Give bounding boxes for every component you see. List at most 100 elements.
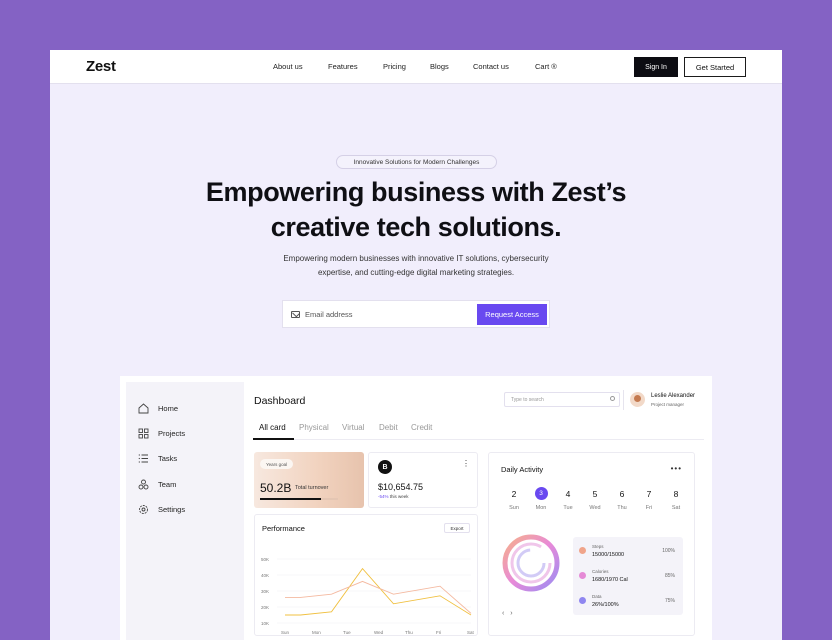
day-name: Sun — [509, 505, 519, 511]
stat-data: Data 26%/100% 75% — [573, 589, 683, 613]
hero-subtitle-line-2: expertise, and cutting-edge digital mark… — [317, 268, 515, 277]
stat-percent: 85% — [664, 573, 675, 579]
activity-stats: Steps 15000/15000 100% Calories 1680/1970 Ca… — [573, 537, 683, 615]
active-tab-indicator — [253, 438, 294, 440]
avatar[interactable] — [630, 392, 645, 407]
stat-value: 1680/1970 Cal — [592, 577, 628, 583]
y-tick-label: 10K — [261, 621, 269, 626]
stat-calories: Calories 1680/1970 Cal 85% — [573, 564, 683, 588]
nav-link-features[interactable]: Features — [328, 62, 358, 71]
day-number: 8 — [673, 488, 679, 499]
sidebar-item-label: Home — [158, 404, 179, 413]
tab-physical[interactable]: Physical — [299, 423, 329, 432]
sign-in-button[interactable]: Sign In — [634, 57, 678, 77]
nav-link-cart[interactable]: Cart ® — [535, 62, 557, 71]
team-icon — [138, 479, 149, 490]
sidebar-item-settings[interactable]: Settings — [138, 504, 185, 515]
top-nav: Zest About us Features Pricing Blogs Con… — [50, 50, 782, 84]
x-tick-label: Wed — [374, 630, 384, 635]
dashboard-title: Dashboard — [254, 395, 306, 407]
sidebar-item-team[interactable]: Team — [138, 479, 176, 490]
day-name: Tue — [563, 505, 573, 511]
more-horizontal-icon[interactable]: ••• — [671, 464, 682, 473]
export-button[interactable]: Export — [444, 523, 470, 533]
logo[interactable]: Zest — [86, 58, 116, 75]
day-name: Wed — [589, 505, 601, 511]
day-sat[interactable]: 8 Sat — [668, 487, 684, 512]
nav-link-about[interactable]: About us — [273, 62, 303, 71]
carousel-arrows: ‹ › — [502, 610, 513, 617]
coin-icon: B — [378, 460, 392, 474]
tab-all-card[interactable]: All card — [259, 423, 286, 432]
balance-change-pct: -54% — [378, 494, 389, 499]
day-fri[interactable]: 7 Fri — [641, 487, 657, 512]
hero-subtitle-line-1: Empowering modern businesses with innova… — [283, 254, 549, 263]
goal-progress-bar — [260, 498, 338, 500]
sidebar-item-home[interactable]: Home — [138, 403, 178, 414]
sidebar-item-label: Team — [158, 480, 177, 489]
activity-rings-icon — [502, 534, 560, 592]
day-name: Sat — [671, 505, 681, 511]
sidebar-item-tasks[interactable]: Tasks — [138, 453, 177, 464]
nav-link-pricing[interactable]: Pricing — [383, 62, 406, 71]
goal-value: 50.2B — [260, 481, 292, 495]
performance-title: Performance — [262, 524, 305, 533]
mail-icon — [291, 311, 300, 318]
email-signup-form: Email address Request Access — [282, 300, 550, 328]
day-thu[interactable]: 6 Thu — [614, 487, 630, 512]
sidebar-item-projects[interactable]: Projects — [138, 428, 185, 439]
email-input[interactable]: Email address — [305, 310, 353, 319]
goal-pill: Years goal — [260, 459, 294, 469]
nav-link-contact[interactable]: Contact us — [473, 62, 509, 71]
nav-link-blogs[interactable]: Blogs — [430, 62, 449, 71]
hero-headline-line-2: creative tech solutions. — [270, 212, 562, 242]
stat-dot-icon — [579, 597, 586, 604]
hero-tag-pill: Innovative Solutions for Modern Challeng… — [336, 155, 497, 169]
x-tick-label: Sat — [467, 630, 475, 635]
search-icon-wrap — [504, 392, 620, 407]
x-tick-label: Thu — [405, 630, 413, 635]
goal-card[interactable]: Years goal 50.2B Total turnover — [254, 452, 364, 508]
user-role: Project manager — [651, 402, 685, 407]
day-wed[interactable]: 5 Wed — [587, 487, 603, 512]
day-number: 4 — [565, 488, 571, 499]
stat-name: Steps — [592, 544, 604, 549]
home-icon — [138, 403, 149, 414]
day-mon[interactable]: 3 Mon — [533, 487, 549, 511]
goal-progress-fill — [260, 498, 321, 500]
y-tick-label: 50K — [261, 557, 269, 562]
stat-percent: 100% — [662, 548, 675, 554]
stat-dot-icon — [579, 547, 586, 554]
tab-credit[interactable]: Credit — [411, 423, 432, 432]
search-icon — [610, 396, 615, 401]
x-tick-label: Fri — [436, 630, 441, 635]
goal-label: Total turnover — [295, 485, 329, 491]
chevron-left-icon[interactable]: ‹ — [502, 610, 504, 617]
day-tue[interactable]: 4 Tue — [560, 487, 576, 512]
list-icon — [138, 454, 148, 463]
day-name: Fri — [645, 505, 653, 511]
stat-steps: Steps 15000/15000 100% — [573, 539, 683, 563]
balance-change: -54% this week — [378, 494, 409, 499]
sidebar-item-label: Tasks — [158, 454, 178, 463]
dashboard-sidebar: Home Projects Tasks Team Settings — [126, 382, 244, 640]
sidebar-item-label: Settings — [158, 505, 186, 514]
day-name: Mon — [535, 505, 547, 511]
x-tick-label: Mon — [312, 630, 321, 635]
stat-name: Calories — [592, 569, 609, 574]
more-vertical-icon[interactable]: ⋮ — [462, 460, 470, 468]
request-access-button[interactable]: Request Access — [477, 304, 547, 325]
daily-activity-card: Daily Activity ••• 2 Sun 3 Mon 4 Tue 5 Wed 6 Thu 7… — [488, 452, 695, 636]
hero-subtitle: Empowering modern businesses with innova… — [256, 252, 576, 280]
tab-debit[interactable]: Debit — [379, 423, 398, 432]
y-tick-label: 20K — [261, 605, 269, 610]
tab-virtual[interactable]: Virtual — [342, 423, 365, 432]
stat-dot-icon — [579, 572, 586, 579]
grid-icon — [138, 428, 149, 439]
day-number: 2 — [511, 488, 517, 499]
day-sun[interactable]: 2 Sun — [506, 487, 522, 512]
chevron-right-icon[interactable]: › — [510, 610, 512, 617]
balance-card[interactable]: B ⋮ $10,654.75 -54% this week — [368, 452, 478, 508]
get-started-button[interactable]: Get Started — [684, 57, 746, 77]
sidebar-item-label: Projects — [158, 429, 186, 438]
